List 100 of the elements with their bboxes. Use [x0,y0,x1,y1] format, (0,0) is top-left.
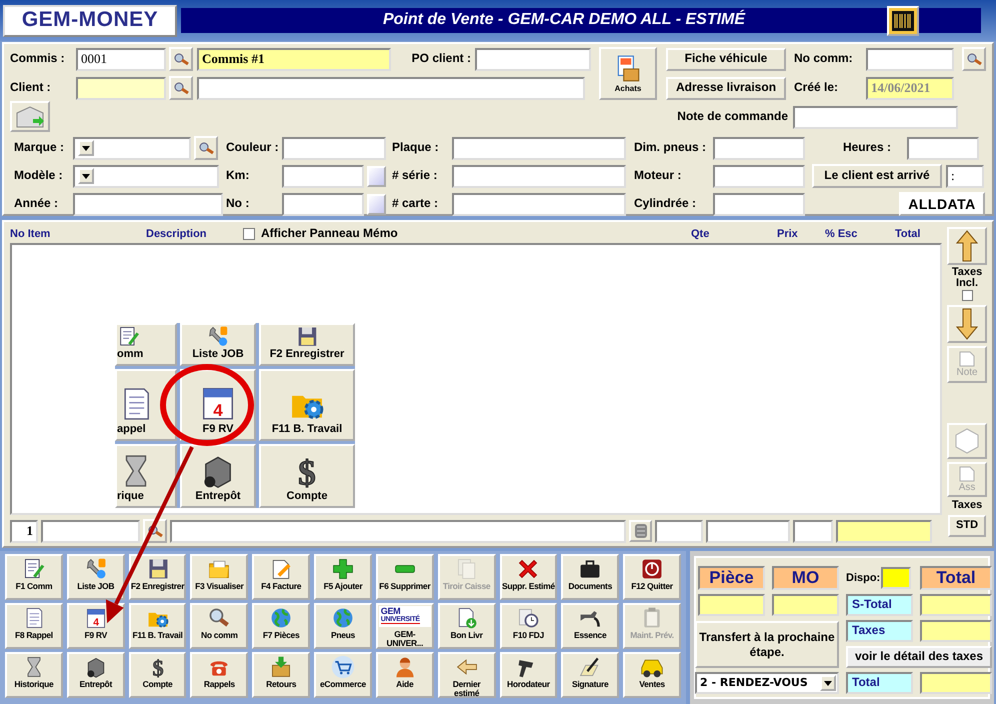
sms-button[interactable] [10,101,50,132]
toolbar-button[interactable]: F2 Enregistrer [128,554,186,600]
picker-button[interactable] [367,194,386,214]
clock-icon [516,606,540,630]
input-field[interactable] [836,520,932,542]
toolbar-button[interactable]: F8 Rappel [5,603,63,649]
input-field[interactable] [866,48,954,70]
lookup-button[interactable] [169,47,193,71]
caret-icon [82,146,90,150]
input-field[interactable]: : [946,164,984,188]
client-arrived-button[interactable]: Le client est arrivé [812,164,942,188]
input-field[interactable] [76,76,166,100]
move-down-button[interactable] [947,305,988,343]
lookup-button[interactable] [194,136,218,160]
input-field[interactable] [655,520,703,542]
status-field [881,567,912,589]
input-field[interactable] [907,136,979,160]
toolbar-button[interactable]: Dernier estimé [438,652,496,698]
input-field[interactable] [452,164,626,188]
toolbar-button[interactable]: F12 Quitter [623,554,681,600]
input-field[interactable] [475,48,591,70]
tile-label: Compte [286,490,328,503]
toolbar-button[interactable]: F11 B. Travail [128,603,186,649]
input-field[interactable] [282,192,364,216]
toolbar-button[interactable]: F3 Visualiser [190,554,248,600]
std-button[interactable]: STD [948,514,986,537]
picker-button[interactable] [367,166,386,186]
input-field[interactable] [793,520,833,542]
barcode-button[interactable] [887,6,919,36]
input-field[interactable] [73,192,223,216]
field-label: Moteur : [634,169,682,183]
input-field[interactable] [706,520,790,542]
toolbar-button[interactable]: Bon Livr [438,603,496,649]
dropdown-field[interactable] [73,136,191,160]
tire-button[interactable] [629,520,652,542]
field-label: Client : [10,81,52,95]
toolbar-button[interactable]: F1 Comm [5,554,63,600]
transfer-button[interactable]: Transfert à la prochaine étape. [695,621,839,668]
toolbar-button[interactable]: No comm [190,603,248,649]
toolbar-button[interactable]: Historique [5,652,63,698]
toolbar-button[interactable]: 4 F9 RV [66,603,125,649]
toolbar-button[interactable]: F6 Supprimer [376,554,434,600]
toolbar-button[interactable]: F4 Facture [252,554,310,600]
toolbar-button[interactable]: Signature [561,652,620,698]
tax-detail-button[interactable]: voir le détail des taxes [846,646,992,668]
field-label: Couleur : [226,141,280,155]
field-label: Plaque : [392,141,440,155]
toolbar-button[interactable]: Entrepôt [66,652,125,698]
toolbar-button[interactable]: Suppr. Estimé [500,554,558,600]
toolbar-button[interactable]: Essence [561,603,620,649]
field-label: Km: [226,169,250,183]
search-icon [198,141,214,155]
toolbar-button[interactable]: Aide [376,652,434,698]
delivery-address-button[interactable]: Adresse livraison [666,76,786,100]
vehicle-sheet-button[interactable]: Fiche véhicule [666,48,786,70]
dropdown-field[interactable] [73,164,219,188]
toolbar-button[interactable]: Liste JOB [66,554,125,600]
note-icon [958,350,976,367]
input-field[interactable] [713,136,805,160]
line-number-field[interactable]: 1 [10,520,38,542]
toolbar-button[interactable]: F7 Pièces [252,603,310,649]
column-header: Qte [691,228,710,240]
stage-dropdown[interactable]: 2 - RENDEZ-VOUS [695,672,839,694]
toolbar-button[interactable]: Pneus [314,603,372,649]
input-field[interactable] [793,106,958,128]
toolbar-button[interactable]: eCommerce [314,652,372,698]
move-up-button[interactable] [947,227,988,265]
checkbox[interactable] [962,290,973,301]
input-field[interactable] [452,136,626,160]
lookup-button[interactable] [962,47,986,71]
lookup-button[interactable] [169,76,193,100]
toolbar-button[interactable]: F5 Ajouter [314,554,372,600]
column-header: Prix [777,228,799,240]
toolbar-button[interactable]: $ Compte [128,652,186,698]
input-field[interactable] [197,76,585,100]
toolbar-button[interactable]: Rappels [190,652,248,698]
name-field[interactable]: Commis #1 [197,48,391,70]
column-header: No Item [10,228,52,240]
tile-label: appel [117,423,146,436]
purchases-button[interactable]: Achats [599,47,657,100]
input-field[interactable] [170,520,626,542]
input-field[interactable]: 0001 [76,48,166,70]
toolbar-button[interactable]: Horodateur [500,652,558,698]
input-field[interactable] [41,520,140,542]
column-header: Total [920,566,992,590]
checkbox[interactable] [243,228,255,240]
toolbar-button[interactable]: F10 FDJ [500,603,558,649]
toolbar-button[interactable]: Ventes [623,652,681,698]
search-icon [173,81,189,95]
input-field[interactable] [713,192,805,216]
input-field[interactable] [282,164,364,188]
plus-icon [330,557,355,581]
input-field[interactable] [452,192,626,216]
power-icon [640,557,664,581]
caret-icon [824,680,832,686]
input-field[interactable] [713,164,805,188]
toolbar-button[interactable]: Documents [561,554,620,600]
input-field[interactable] [282,136,386,160]
field-label: Heures : [842,141,891,155]
toolbar-button[interactable]: Retours [252,652,310,698]
